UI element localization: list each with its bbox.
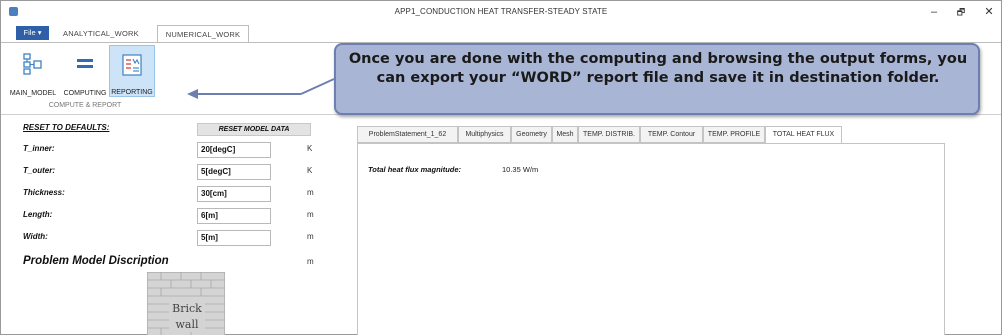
reporting-icon xyxy=(122,54,142,76)
maximize-button[interactable]: 🗗 xyxy=(950,4,972,20)
param-row-thickness: Thickness: 30[cm] m xyxy=(17,185,347,203)
tab-temp-contour[interactable]: TEMP. Contour xyxy=(640,126,703,143)
tab-temp-distrib[interactable]: TEMP. DISTRIB. xyxy=(578,126,640,143)
results-tab-bar: ProblemStatement_1_62 Multiphysics Geome… xyxy=(357,126,945,144)
param-label: T_outer: xyxy=(23,166,55,175)
reset-to-defaults-link[interactable]: RESET TO DEFAULTS: xyxy=(23,123,109,132)
main-model-button[interactable]: MAIN_MODEL xyxy=(5,45,61,97)
param-row-width: Width: 5[m] m xyxy=(17,229,347,247)
close-button[interactable]: ✕ xyxy=(978,4,1000,20)
param-unit: m xyxy=(307,210,314,219)
param-row-length: Length: 6[m] m xyxy=(17,207,347,225)
tab-mesh[interactable]: Mesh xyxy=(552,126,578,143)
param-label: Thickness: xyxy=(23,188,65,197)
tab-total-heat-flux[interactable]: TOTAL HEAT FLUX xyxy=(765,126,842,144)
reporting-button[interactable]: REPORTING xyxy=(109,45,155,97)
heat-flux-label: Total heat flux magnitude: xyxy=(368,165,462,174)
param-row-t-outer: T_outer: 5[degC] K xyxy=(17,163,347,181)
tab-problem-statement[interactable]: ProblemStatement_1_62 xyxy=(357,126,458,143)
reporting-label: REPORTING xyxy=(111,89,153,96)
parameters-panel: RESET TO DEFAULTS: RESET MODEL DATA T_in… xyxy=(17,123,347,335)
callout-text: Once you are done with the computing and… xyxy=(348,51,968,86)
main-model-label: MAIN_MODEL xyxy=(9,90,57,97)
param-label: T_inner: xyxy=(23,144,55,153)
file-menu-button[interactable]: File ▾ xyxy=(16,26,49,40)
wall-word: wall xyxy=(175,318,198,331)
computing-icon xyxy=(77,59,93,68)
ribbon-group-label: COMPUTE & REPORT xyxy=(48,102,122,109)
reset-model-data-button[interactable]: RESET MODEL DATA xyxy=(197,123,311,136)
app-window: APP1_CONDUCTION HEAT TRANSFER-STEADY STA… xyxy=(0,0,1002,335)
brick-wall-image: Brick wall xyxy=(147,272,225,335)
window-title: APP1_CONDUCTION HEAT TRANSFER-STEADY STA… xyxy=(394,7,608,16)
ribbon-tab-bar: File ▾ ANALYTICAL_WORK NUMERICAL_WORK xyxy=(1,23,1001,44)
total-heat-flux-content: Total heat flux magnitude: 10.35 W/m xyxy=(357,143,945,335)
computing-button[interactable]: COMPUTING xyxy=(61,45,109,97)
brick-word: Brick xyxy=(172,302,202,315)
param-unit: m xyxy=(307,188,314,197)
length-input[interactable]: 6[m] xyxy=(197,208,271,224)
param-unit: m xyxy=(307,257,314,266)
title-bar: APP1_CONDUCTION HEAT TRANSFER-STEADY STA… xyxy=(1,1,1001,23)
tab-geometry[interactable]: Geometry xyxy=(511,126,552,143)
ribbon-group-compute-report: MAIN_MODEL COMPUTING REPORTING COMPUTE &… xyxy=(5,45,188,113)
param-unit: K xyxy=(307,166,313,175)
param-row-t-inner: T_inner: 20[degC] K xyxy=(17,141,347,159)
t-outer-input[interactable]: 5[degC] xyxy=(197,164,271,180)
problem-model-description-heading: Problem Model Discription xyxy=(23,255,169,267)
tab-multiphysics[interactable]: Multiphysics xyxy=(458,126,511,143)
brick-wall-drawing: Brick wall xyxy=(147,272,225,335)
param-unit: K xyxy=(307,144,313,153)
thickness-input[interactable]: 30[cm] xyxy=(197,186,271,202)
results-panel: ProblemStatement_1_62 Multiphysics Geome… xyxy=(357,126,945,335)
computing-label: COMPUTING xyxy=(63,90,107,97)
instruction-callout: Once you are done with the computing and… xyxy=(334,43,980,115)
heat-flux-value: 10.35 W/m xyxy=(502,165,539,174)
tab-temp-profile[interactable]: TEMP. PROFILE xyxy=(703,126,765,143)
param-unit: m xyxy=(307,232,314,241)
main-model-icon xyxy=(23,53,42,75)
tab-analytical-work[interactable]: ANALYTICAL_WORK xyxy=(63,27,139,43)
param-label: Length: xyxy=(23,210,53,219)
t-inner-input[interactable]: 20[degC] xyxy=(197,142,271,158)
minimize-button[interactable]: – xyxy=(923,4,945,20)
width-input[interactable]: 5[m] xyxy=(197,230,271,246)
param-label: Width: xyxy=(23,232,48,241)
